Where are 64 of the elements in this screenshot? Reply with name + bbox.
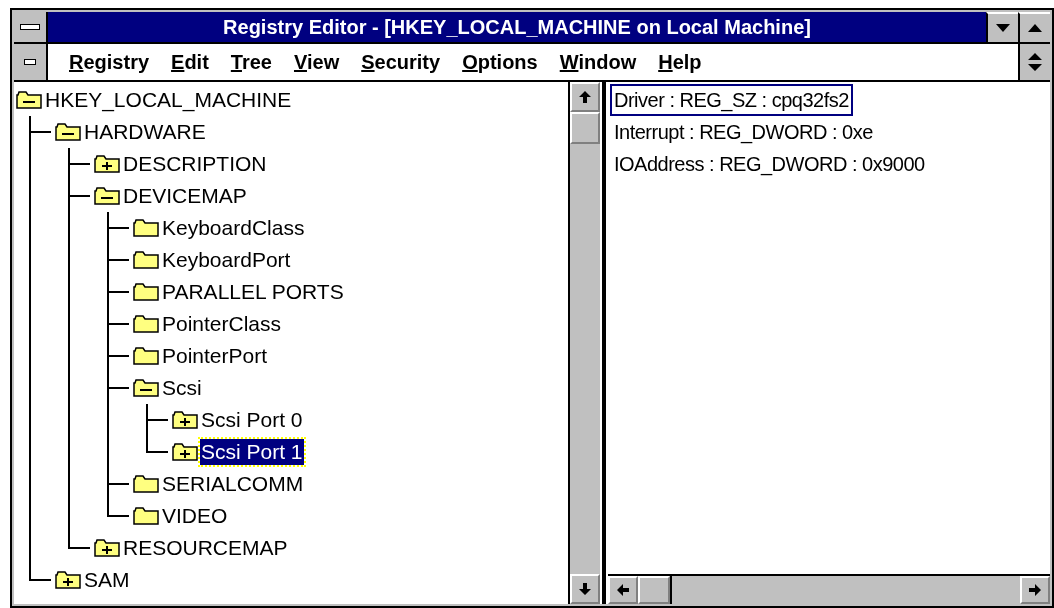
- arrow-up-icon: [579, 91, 591, 103]
- triangle-up-icon: [1028, 24, 1042, 32]
- up-down-triangles-icon: [1028, 53, 1042, 71]
- menu-item[interactable]: Window: [548, 47, 648, 77]
- registry-key-label[interactable]: DESCRIPTION: [122, 151, 268, 177]
- scroll-up-button[interactable]: [570, 82, 600, 112]
- scroll-down-button[interactable]: [570, 574, 600, 604]
- scroll-right-button[interactable]: [1020, 576, 1050, 604]
- folder-icon: [172, 443, 198, 461]
- menu-item[interactable]: Options: [451, 47, 549, 77]
- maximize-button[interactable]: [1018, 12, 1050, 42]
- folder-icon: [133, 347, 159, 365]
- menu-item[interactable]: View: [283, 47, 351, 77]
- scroll-left-button[interactable]: [608, 576, 638, 604]
- value-entry[interactable]: IOAddress : REG_DWORD : 0x9000: [610, 148, 929, 180]
- registry-key-label[interactable]: Scsi Port 0: [200, 407, 304, 433]
- arrow-left-icon: [617, 584, 629, 596]
- registry-key-label[interactable]: HARDWARE: [83, 119, 207, 145]
- arrow-right-icon: [1029, 584, 1041, 596]
- scroll-thumb[interactable]: [570, 112, 600, 144]
- registry-key-label[interactable]: HKEY_LOCAL_MACHINE: [44, 87, 293, 113]
- minimize-button[interactable]: [986, 12, 1018, 42]
- folder-icon: [172, 411, 198, 429]
- folder-icon: [133, 251, 159, 269]
- vertical-scrollbar[interactable]: [568, 82, 600, 604]
- window-title: Registry Editor - [HKEY_LOCAL_MACHINE on Local Machine]: [223, 15, 811, 40]
- registry-key-label[interactable]: KeyboardPort: [161, 247, 292, 273]
- registry-key-label[interactable]: PointerPort: [161, 343, 269, 369]
- pane-splitter[interactable]: [600, 82, 608, 604]
- folder-icon: [94, 187, 120, 205]
- document-menu-button[interactable]: [14, 44, 48, 80]
- folder-icon: [133, 379, 159, 397]
- menu-item[interactable]: Tree: [219, 47, 283, 77]
- registry-key-label[interactable]: Scsi Port 1: [200, 439, 304, 465]
- restore-button[interactable]: [1018, 44, 1050, 80]
- registry-key-label[interactable]: Scsi: [161, 375, 203, 401]
- menu-item[interactable]: Help: [647, 47, 713, 77]
- horizontal-scrollbar[interactable]: [608, 574, 1050, 604]
- folder-icon: [94, 539, 120, 557]
- registry-key-label[interactable]: KeyboardClass: [161, 215, 306, 241]
- folder-icon: [133, 475, 159, 493]
- registry-key-label[interactable]: SAM: [83, 567, 131, 593]
- registry-key-label[interactable]: PARALLEL PORTS: [161, 279, 345, 305]
- folder-icon: [55, 123, 81, 141]
- folder-icon: [133, 315, 159, 333]
- arrow-down-icon: [579, 583, 591, 595]
- folder-icon: [16, 91, 42, 109]
- value-entry[interactable]: Driver : REG_SZ : cpq32fs2: [610, 84, 853, 116]
- folder-icon: [94, 155, 120, 173]
- folder-icon: [133, 283, 159, 301]
- folder-icon: [133, 219, 159, 237]
- value-entry[interactable]: Interrupt : REG_DWORD : 0xe: [610, 116, 877, 148]
- menu-item[interactable]: Registry: [58, 47, 161, 77]
- folder-icon: [55, 571, 81, 589]
- registry-key-label[interactable]: DEVICEMAP: [122, 183, 248, 209]
- scroll-thumb[interactable]: [638, 576, 670, 604]
- menu-item[interactable]: Security: [350, 47, 452, 77]
- registry-key-label[interactable]: RESOURCEMAP: [122, 535, 289, 561]
- registry-key-label[interactable]: PointerClass: [161, 311, 283, 337]
- registry-key-label[interactable]: VIDEO: [161, 503, 229, 529]
- triangle-down-icon: [996, 24, 1010, 32]
- menu-item[interactable]: Edit: [160, 47, 220, 77]
- registry-key-label[interactable]: SERIALCOMM: [161, 471, 305, 497]
- folder-icon: [133, 507, 159, 525]
